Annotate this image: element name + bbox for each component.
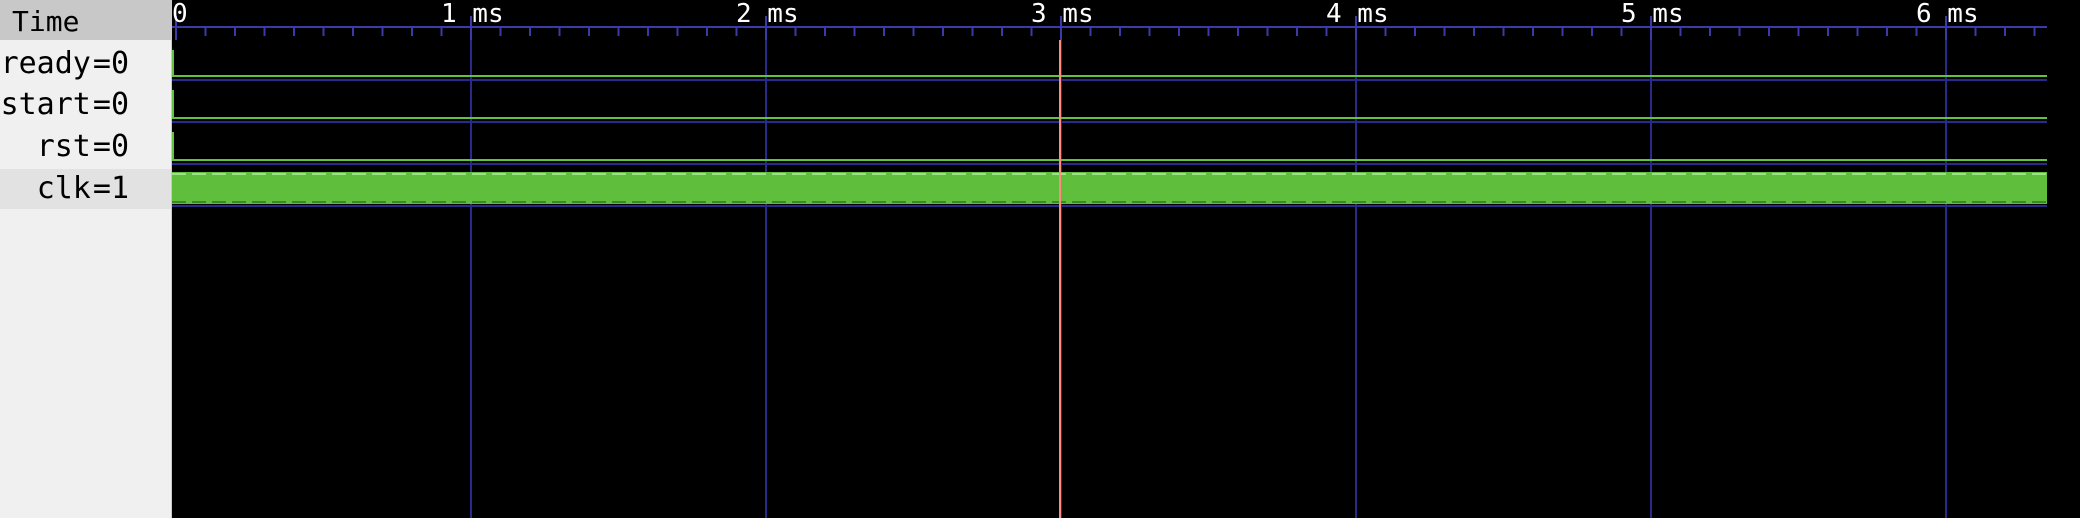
signal-value: 0 <box>110 129 129 164</box>
waveform-ready <box>172 50 2047 81</box>
signal-row-clk[interactable]: clk=1 <box>0 169 171 209</box>
signal-row-rst[interactable]: rst=0 <box>0 127 171 167</box>
time-label: 3 ms <box>1031 0 1094 29</box>
signal-name: rst <box>36 129 91 164</box>
time-label: 4 ms <box>1326 0 1389 29</box>
signal-name: ready <box>0 46 91 81</box>
signal-value: 0 <box>110 46 129 81</box>
signal-row-start[interactable]: start=0 <box>0 85 171 125</box>
waveform-viewer: Time ready=0 start=0 rst=0 clk=1 0 1 ms 2 … <box>0 0 2080 518</box>
waveform-canvas[interactable]: 0 1 ms 2 ms 3 ms 4 ms 5 ms 6 ms <box>172 0 2080 518</box>
time-label: 5 ms <box>1621 0 1684 29</box>
signal-name: clk <box>36 171 91 206</box>
time-label: 2 ms <box>736 0 799 29</box>
waveform-area[interactable]: 0 1 ms 2 ms 3 ms 4 ms 5 ms 6 ms <box>172 0 2080 518</box>
time-label: 1 ms <box>441 0 504 29</box>
signal-row-ready[interactable]: ready=0 <box>0 44 171 84</box>
time-label: 6 ms <box>1916 0 1979 29</box>
time-column-header: Time <box>0 0 171 40</box>
time-labels: 0 1 ms 2 ms 3 ms 4 ms 5 ms 6 ms <box>172 0 1979 29</box>
waveform-start <box>172 90 2047 123</box>
waveform-clk <box>172 172 2047 207</box>
signal-value: 1 <box>110 171 129 206</box>
signal-value: 0 <box>110 87 129 122</box>
waveform-rst <box>172 132 2047 165</box>
time-label: 0 <box>172 0 188 29</box>
signal-name: start <box>0 87 91 122</box>
time-grid <box>470 27 1947 518</box>
signal-name-panel: Time ready=0 start=0 rst=0 clk=1 <box>0 0 172 518</box>
